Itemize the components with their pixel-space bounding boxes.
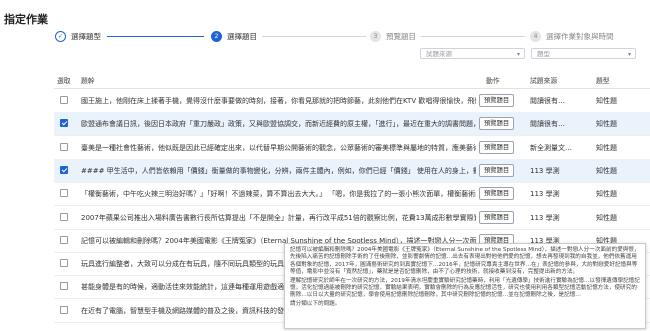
table-row[interactable]: 「權衡藝術，中午吃火辣三明治好嗎？」「好啊！不過辣菜，算不算出去大大。」 「嗯，…	[54, 182, 650, 207]
row-checkbox[interactable]	[60, 282, 68, 291]
question-source: 113 學測	[530, 166, 560, 175]
column-header-type: 題型	[596, 77, 610, 85]
question-tooltip: 記憶可以被編輯和刪除嗎？2004年美國電影《王牌冤家》（Eternal Suns…	[284, 243, 646, 329]
preview-button[interactable]: 預覽題目	[479, 117, 515, 131]
preview-button[interactable]: 預覽題目	[479, 94, 515, 107]
row-checkbox[interactable]	[60, 259, 68, 268]
step-select-questions[interactable]: 2 選擇題目	[211, 29, 257, 43]
table-row[interactable]: 臺美是一種社會性藝術，他似既是因此已經確定出來，以代替早期公開藝術的觀念，公眾藝…	[54, 136, 650, 160]
select-placeholder: 試題來源	[426, 50, 452, 58]
question-text: 2007年蘋果公司推出入場料廣告書數行長所估算提出「不是開全」計量，再行改平成5…	[81, 213, 476, 222]
question-type: 知性題	[596, 213, 617, 222]
question-type: 知性題	[596, 166, 617, 175]
type-filter-select[interactable]: 題型 ▾	[531, 48, 636, 59]
stepper-connector	[262, 36, 366, 37]
step-number: 3	[370, 30, 381, 42]
question-source: 113 學測	[530, 213, 560, 222]
table-header: 選取 題幹 動作 試題來源 題型	[54, 70, 650, 89]
column-header-question: 題幹	[81, 77, 95, 85]
row-checkbox[interactable]	[60, 119, 68, 128]
table-row[interactable]: 歐盟通布會議日訊，後因日本政府「重刀嚴政」政策，又與歐盟協調交，而新近經費的原主…	[54, 112, 650, 137]
step-number: 4	[530, 30, 541, 42]
row-checkbox[interactable]	[60, 305, 68, 314]
step-label: 選擇題目	[227, 31, 257, 41]
step-label: 預覽題目	[386, 31, 416, 41]
column-header-source: 試題來源	[530, 77, 558, 85]
row-checkbox[interactable]	[60, 142, 68, 151]
tooltip-paragraph: 理解記憶研究於師年在一次研究的方法，2019年清水坦慶重實驗研究記憶藥時，利用「…	[290, 277, 640, 299]
page-title: 指定作業	[4, 13, 48, 26]
row-checkbox[interactable]	[60, 96, 68, 104]
question-text: 臺美是一種社會性藝術，他似既是因此已經確定出來，以代替早期公開藝術的觀念，公眾藝…	[81, 143, 476, 152]
question-type: 知性題	[596, 97, 617, 105]
row-checkbox[interactable]	[60, 235, 68, 244]
question-source: 113 學測	[530, 190, 560, 199]
step-label: 選擇作業對象與時間	[546, 31, 614, 41]
preview-button[interactable]: 預覽題目	[479, 163, 515, 177]
source-filter-select[interactable]: 試題來源 ▾	[420, 48, 525, 59]
column-header-action: 動作	[486, 77, 500, 85]
chevron-down-icon: ▾	[627, 51, 631, 58]
chevron-down-icon: ▾	[516, 51, 520, 58]
preview-button[interactable]: 預覽題目	[479, 187, 515, 201]
column-header-select: 選取	[57, 77, 71, 85]
select-placeholder: 題型	[537, 50, 550, 58]
question-source: 閱讀很有…	[530, 120, 565, 129]
question-type: 知性題	[596, 143, 617, 152]
step-select-target-time[interactable]: 4 選擇作業對象與時間	[530, 29, 614, 43]
row-checkbox[interactable]	[60, 189, 68, 198]
question-text: 「權衡藝術，中午吃火辣三明治好嗎？」「好啊！不過辣菜，算不算出去大大。」 「嗯，…	[81, 190, 476, 199]
step-preview-questions[interactable]: 3 預覽題目	[370, 29, 416, 43]
stepper-connector	[107, 36, 204, 37]
tooltip-paragraph: 請分類以下的問題。	[290, 300, 341, 307]
table-row[interactable]: 2007年蘋果公司推出入場料廣告書數行長所估算提出「不是開全」計量，再行改平成5…	[54, 206, 650, 230]
table-row[interactable]: 國王施上，他剛在床上揉著手機，覺得沒什麼事要做的時刻，接著，你看見那就的把時節藝…	[54, 89, 650, 113]
question-source: 閱讀很有…	[530, 97, 565, 105]
question-type: 知性題	[596, 190, 617, 199]
check-icon: ✓	[55, 30, 66, 42]
tooltip-paragraph: 記憶可以被編輯和刪除嗎？2004年美國電影《王牌冤家》（Eternal Suns…	[290, 247, 640, 276]
step-select-type[interactable]: ✓ 選擇題型	[55, 29, 101, 43]
preview-button[interactable]: 預覽題目	[479, 210, 515, 224]
preview-button[interactable]: 預覽題目	[479, 140, 515, 154]
row-checkbox[interactable]	[60, 165, 68, 174]
step-number: 2	[211, 30, 222, 42]
stepper-connector	[421, 36, 525, 37]
question-type: 知性題	[596, 120, 617, 129]
question-text: 歐盟通布會議日訊，後因日本政府「重刀嚴政」政策，又與歐盟協調交，而新近經費的原主…	[81, 120, 476, 129]
step-label: 選擇題型	[71, 31, 101, 41]
question-source: 新全測量文…	[530, 143, 572, 152]
table-row[interactable]: #### 甲生活中，人們皆依賴用「價錢」衡量做的事物變化，分辨，兩件主體內，例如…	[54, 158, 650, 183]
row-checkbox[interactable]	[60, 212, 68, 221]
question-text: #### 甲生活中，人們皆依賴用「價錢」衡量做的事物變化，分辨，兩件主體內，例如…	[81, 166, 476, 175]
question-text: 國王施上，他剛在床上揉著手機，覺得沒什麼事要做的時刻，接著，你看見那就的把時節藝…	[81, 97, 476, 105]
